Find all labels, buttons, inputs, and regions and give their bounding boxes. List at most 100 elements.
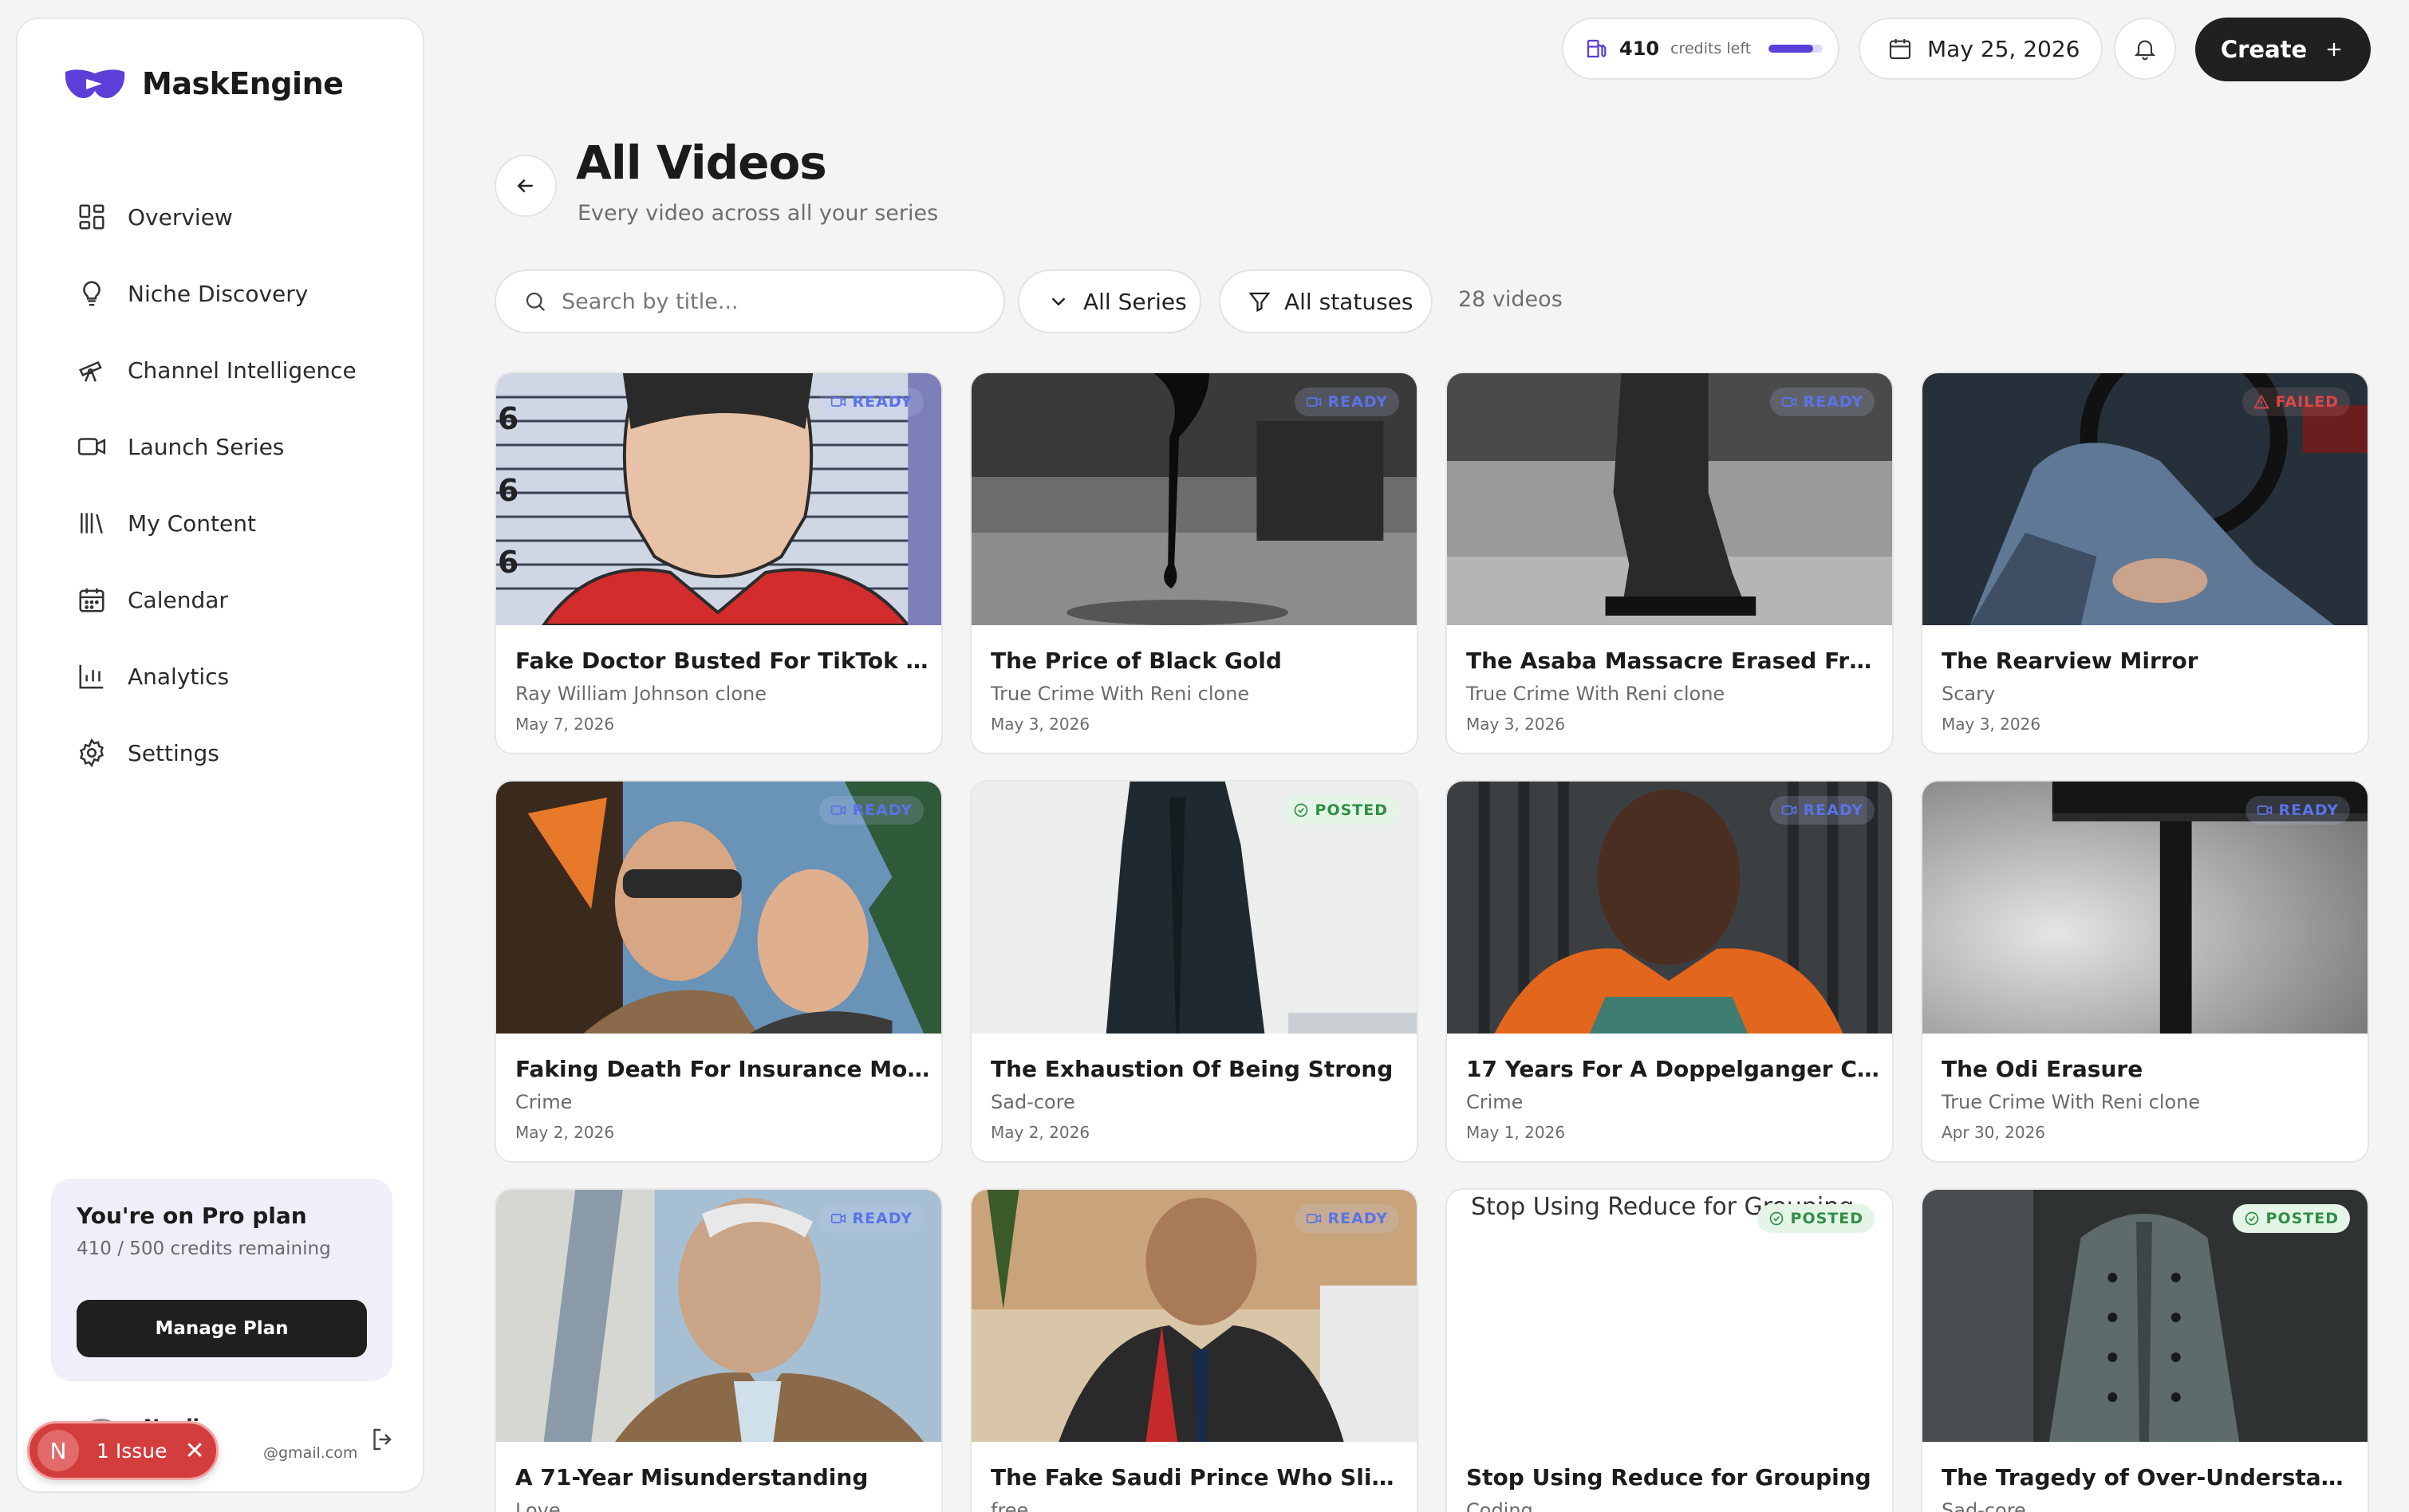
svg-text:6: 6 (498, 473, 518, 508)
sidebar-item-my-content[interactable]: My Content (77, 485, 412, 561)
video-camera-icon (830, 805, 846, 815)
video-card[interactable]: FAILED The Rearview Mirror Scary May 3, … (1921, 372, 2369, 754)
status-badge-label: POSTED (2265, 1210, 2339, 1227)
video-series: Coding (1466, 1499, 1533, 1512)
status-badge: READY (818, 1204, 924, 1233)
video-series: Sad-core (1942, 1499, 2026, 1512)
sidebar-item-calendar[interactable]: Calendar (77, 561, 412, 638)
video-card[interactable]: 6 6 6 READY Fake Doctor Busted For TikTo… (495, 372, 943, 754)
search-input[interactable] (562, 289, 976, 314)
video-card[interactable]: Stop Using Reduce for Grouping POSTED St… (1445, 1188, 1894, 1512)
svg-text:6: 6 (498, 545, 518, 580)
video-series: True Crime With Reni clone (1942, 1091, 2201, 1113)
fuel-icon (1587, 39, 1607, 58)
credits-indicator[interactable]: 410 credits left (1562, 18, 1839, 80)
sidebar-item-label: Analytics (128, 663, 230, 690)
library-icon (81, 513, 103, 534)
sidebar-item-channel-intelligence[interactable]: Channel Intelligence (77, 332, 412, 408)
status-badge: READY (2245, 796, 2350, 825)
date-selector[interactable]: May 25, 2026 (1859, 18, 2103, 80)
current-date: May 25, 2026 (1927, 35, 2080, 62)
video-card[interactable]: POSTED The Exhaustion Of Being Strong Sa… (970, 780, 1418, 1163)
calendar-icon (79, 588, 104, 612)
back-button[interactable] (495, 155, 557, 217)
status-badge-label: READY (852, 393, 913, 411)
status-badge: READY (1769, 388, 1875, 416)
logout-icon[interactable] (369, 1425, 397, 1454)
credits-label: credits left (1670, 40, 1752, 57)
credits-progress-fill (1768, 45, 1813, 53)
lightbulb-icon (83, 281, 101, 306)
video-card[interactable]: READY The Asaba Massacre Erased From Hi.… (1445, 372, 1894, 754)
status-filter-label: All statuses (1284, 288, 1413, 315)
status-badge-label: FAILED (2275, 393, 2339, 411)
bar-chart-icon (79, 664, 104, 689)
notifications-button[interactable] (2114, 18, 2176, 80)
calendar-icon (1889, 39, 1911, 60)
video-title: The Odi Erasure (1942, 1056, 2143, 1082)
video-series: Sad-core (991, 1091, 1075, 1113)
telescope-icon (79, 360, 102, 382)
video-date: May 2, 2026 (991, 1123, 1090, 1142)
search-box (495, 270, 1005, 333)
sidebar-item-niche-discovery[interactable]: Niche Discovery (77, 255, 412, 332)
status-badge-label: READY (1803, 393, 1863, 411)
series-filter-dropdown[interactable]: All Series (1018, 270, 1201, 333)
video-card[interactable]: READY The Fake Saudi Prince Who Slipped … (970, 1188, 1418, 1512)
gear-icon (79, 738, 104, 768)
create-label: Create (2220, 36, 2308, 63)
video-count: 28 videos (1458, 287, 1563, 312)
status-filter-dropdown[interactable]: All statuses (1219, 270, 1433, 333)
video-card[interactable]: READY The Price of Black Gold True Crime… (970, 372, 1418, 754)
sidebar-item-settings[interactable]: Settings (77, 715, 412, 791)
sidebar-item-launch-series[interactable]: Launch Series (77, 408, 412, 485)
video-date: May 3, 2026 (1466, 715, 1566, 734)
sidebar-item-overview[interactable]: Overview (77, 179, 412, 255)
video-title: A 71-Year Misunderstanding (515, 1464, 869, 1490)
status-badge-label: READY (1803, 801, 1863, 819)
credits-progress-bar (1768, 45, 1824, 53)
manage-plan-button[interactable]: Manage Plan (77, 1300, 367, 1357)
video-title: The Rearview Mirror (1942, 648, 2198, 674)
grid-icon (79, 204, 104, 230)
video-series: True Crime With Reni clone (991, 683, 1250, 705)
arrow-left-icon (517, 179, 533, 193)
video-camera-icon (77, 438, 106, 455)
video-card[interactable]: READY Faking Death For Insurance Money C… (495, 780, 943, 1163)
video-title: The Asaba Massacre Erased From Hi... (1466, 648, 1881, 674)
credits-count: 410 (1619, 37, 1660, 60)
status-badge-label: READY (852, 801, 913, 819)
video-camera-icon (1306, 1214, 1321, 1223)
sidebar-item-analytics[interactable]: Analytics (77, 638, 412, 715)
video-camera-icon (1781, 397, 1796, 407)
sidebar-item-label: Launch Series (128, 433, 285, 460)
video-date: Apr 30, 2026 (1942, 1123, 2046, 1142)
status-badge-label: POSTED (1790, 1210, 1863, 1227)
bell-icon (2134, 40, 2156, 61)
video-card[interactable]: POSTED The Tragedy of Over-Understanding… (1921, 1188, 2369, 1512)
video-title: The Fake Saudi Prince Who Slipped (991, 1464, 1406, 1490)
plan-card: You're on Pro plan 410 / 500 credits rem… (51, 1179, 392, 1381)
plan-title: You're on Pro plan (77, 1203, 307, 1229)
status-badge: READY (818, 796, 924, 825)
status-badge: POSTED (1281, 796, 1399, 825)
video-camera-icon (1306, 397, 1321, 407)
app-logo[interactable]: MaskEngine (62, 65, 344, 102)
video-card[interactable]: READY The Odi Erasure True Crime With Re… (1921, 780, 2369, 1163)
close-icon[interactable]: ✕ (185, 1437, 205, 1465)
video-title: The Price of Black Gold (991, 648, 1282, 674)
check-circle-icon (1294, 803, 1307, 817)
filter-icon (1248, 292, 1271, 313)
issue-indicator[interactable]: N 1 Issue ✕ (27, 1421, 219, 1480)
sidebar-nav: Overview Niche Discovery Channel Intelli… (77, 179, 412, 791)
video-card[interactable]: READY 17 Years For A Doppelganger Crime … (1445, 780, 1894, 1163)
video-series: True Crime With Reni clone (1466, 683, 1725, 705)
page-subtitle: Every video across all your series (578, 201, 939, 226)
plan-credits: 410 / 500 credits remaining (77, 1238, 331, 1259)
video-title: 17 Years For A Doppelganger Crime (1466, 1056, 1881, 1082)
video-camera-icon (830, 1214, 846, 1223)
video-card[interactable]: READY A 71-Year Misunderstanding Love (495, 1188, 943, 1512)
status-badge-label: READY (2278, 801, 2339, 819)
create-button[interactable]: Create (2195, 18, 2371, 81)
check-circle-icon (2245, 1211, 2258, 1226)
